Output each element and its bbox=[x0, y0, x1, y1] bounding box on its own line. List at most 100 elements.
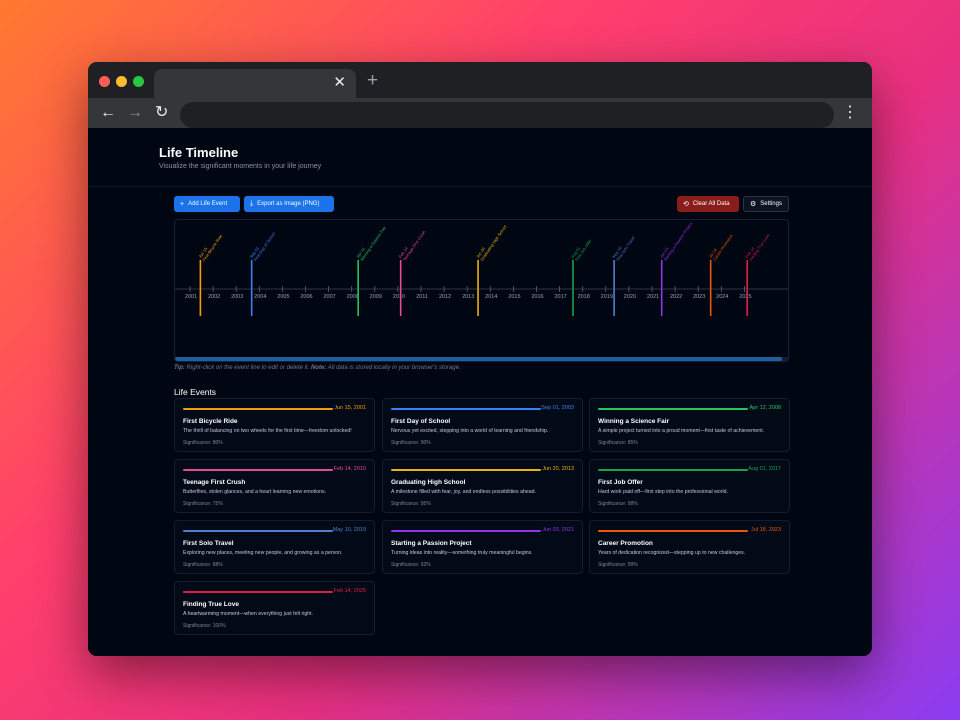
event-marker-title: Graduating High School bbox=[479, 224, 508, 262]
event-card[interactable]: May 10, 2019 First Solo Travel Exploring n… bbox=[174, 520, 375, 574]
event-marker-label[interactable]: Sep 01First Day of School bbox=[249, 228, 277, 262]
event-significance: Significance: 99% bbox=[598, 562, 638, 568]
event-card[interactable]: Jun 03, 2021 Starting a Passion Project Tu… bbox=[382, 520, 583, 574]
event-description: A simple project turned into a proud mom… bbox=[598, 428, 765, 434]
back-icon[interactable]: ← bbox=[100, 103, 116, 123]
timeline-scrollbar[interactable] bbox=[175, 357, 788, 361]
forward-icon[interactable]: → bbox=[127, 103, 143, 123]
event-significance: Significance: 98% bbox=[598, 501, 638, 507]
event-date: Apr 12, 2008 bbox=[749, 405, 782, 411]
page-subtitle: Visualize the significant moments in you… bbox=[159, 163, 322, 170]
plus-icon: + bbox=[180, 200, 185, 208]
event-marker-label[interactable]: Jun 20Graduating High School bbox=[475, 221, 508, 262]
event-significance: Significance: 80% bbox=[183, 440, 223, 446]
timeline-chart: 2001 2002 2003 2004 2005 2006 2007 2008 2009 2010… bbox=[175, 220, 788, 316]
settings-button[interactable]: ⚙ Settings bbox=[743, 196, 789, 212]
download-icon: ⤓ bbox=[250, 200, 254, 207]
event-card[interactable]: Aug 01, 2017 First Job Offer Hard work pai… bbox=[589, 459, 790, 513]
event-significance: Significance: 95% bbox=[391, 501, 431, 507]
event-significance: Significance: 75% bbox=[183, 501, 223, 507]
browser-toolbar: ← → ↻ ⋮ bbox=[88, 98, 872, 128]
event-marker-label[interactable]: Jun 03Starting a Passion Project bbox=[659, 220, 694, 262]
year-label: 2012 bbox=[439, 294, 451, 300]
event-description: Nervous yet excited, stepping into a wor… bbox=[391, 428, 549, 434]
event-color-line bbox=[183, 530, 333, 532]
add-life-event-label: Add Life Event bbox=[188, 201, 228, 207]
year-label: 2018 bbox=[578, 294, 590, 300]
event-marker-title: Winning a Science Fair bbox=[359, 225, 387, 262]
year-label: 2007 bbox=[323, 294, 335, 300]
event-description: Butterflies, stolen glances, and a heart… bbox=[183, 489, 327, 495]
year-label: 2015 bbox=[508, 294, 520, 300]
year-label: 2025 bbox=[739, 294, 751, 300]
add-life-event-button[interactable]: + Add Life Event bbox=[174, 196, 240, 212]
event-card[interactable]: Jun 20, 2013 Graduating High School A mile… bbox=[382, 459, 583, 513]
tip-body: Right-click on the event line to edit or… bbox=[184, 365, 311, 371]
browser-tab[interactable]: ✕ bbox=[154, 69, 356, 98]
event-date: Jul 18, 2023 bbox=[751, 527, 781, 533]
event-card[interactable]: Feb 14, 2025 Finding True Love A heartwarm… bbox=[174, 581, 375, 635]
event-marker-label[interactable]: Jul 18Career Promotion bbox=[708, 230, 734, 262]
event-title: Career Promotion bbox=[598, 540, 653, 547]
maximize-window-button[interactable] bbox=[133, 76, 144, 87]
event-description: A milestone filled with fear, joy, and e… bbox=[391, 489, 536, 495]
clear-all-data-label: Clear All Data bbox=[692, 201, 730, 207]
event-date: May 10, 2019 bbox=[332, 527, 366, 533]
page-title: Life Timeline bbox=[159, 145, 239, 160]
event-title: First Job Offer bbox=[598, 479, 643, 486]
clear-all-data-button[interactable]: ⟲ Clear All Data bbox=[677, 196, 739, 212]
event-title: First Bicycle Ride bbox=[183, 418, 238, 425]
browser-menu-icon[interactable]: ⋮ bbox=[842, 104, 858, 122]
event-title: Graduating High School bbox=[391, 479, 466, 486]
event-card[interactable]: Jun 15, 2001 First Bicycle Ride The thrill… bbox=[174, 398, 375, 452]
year-label: 2024 bbox=[716, 294, 728, 300]
export-image-label: Export as Image (PNG) bbox=[257, 201, 320, 207]
event-marker-label[interactable]: Aug 01First Job Offer bbox=[570, 235, 593, 262]
event-card[interactable]: Apr 12, 2008 Winning a Science Fair A simp… bbox=[589, 398, 790, 452]
address-bar[interactable] bbox=[180, 102, 834, 128]
event-card[interactable]: Jul 18, 2023 Career Promotion Years of ded… bbox=[589, 520, 790, 574]
event-marker-label[interactable]: Feb 14Finding True Love bbox=[744, 229, 771, 262]
event-marker-label[interactable]: May 10First Solo Travel bbox=[611, 232, 636, 262]
export-image-button[interactable]: ⤓ Export as Image (PNG) bbox=[244, 196, 334, 212]
year-label: 2022 bbox=[670, 294, 682, 300]
year-label: 2013 bbox=[462, 294, 474, 300]
tab-bar: ✕ + bbox=[88, 62, 872, 98]
event-description: The thrill of balancing on two wheels fo… bbox=[183, 428, 352, 434]
close-tab-icon[interactable]: ✕ bbox=[333, 73, 346, 93]
event-card[interactable]: Feb 14, 2010 Teenage First Crush Butterfli… bbox=[174, 459, 375, 513]
new-tab-button[interactable]: + bbox=[367, 71, 378, 91]
event-color-line bbox=[391, 469, 541, 471]
year-label: 2020 bbox=[624, 294, 636, 300]
event-card[interactable]: Sep 01, 2003 First Day of School Nervous y… bbox=[382, 398, 583, 452]
year-label: 2002 bbox=[208, 294, 220, 300]
note-body: All data is stored locally in your brows… bbox=[326, 365, 461, 371]
tip-text: Tip: Right-click on the event line to ed… bbox=[174, 365, 461, 371]
event-description: Exploring new places, meeting new people… bbox=[183, 550, 343, 556]
event-date: Sep 01, 2003 bbox=[541, 405, 574, 411]
event-title: First Solo Travel bbox=[183, 540, 234, 547]
close-window-button[interactable] bbox=[99, 76, 110, 87]
event-title: Starting a Passion Project bbox=[391, 540, 472, 547]
year-label: 2009 bbox=[370, 294, 382, 300]
action-bar: + Add Life Event ⤓ Export as Image (PNG)… bbox=[174, 196, 789, 212]
timeline-canvas[interactable]: 2001 2002 2003 2004 2005 2006 2007 2008 2009 2010… bbox=[174, 219, 789, 362]
event-color-line bbox=[391, 530, 541, 532]
year-label: 2003 bbox=[231, 294, 243, 300]
event-marker-title: Career Promotion bbox=[712, 233, 734, 262]
year-label: 2016 bbox=[531, 294, 543, 300]
event-description: A heartwarming moment—when everything ju… bbox=[183, 611, 314, 617]
event-significance: Significance: 90% bbox=[391, 440, 431, 446]
event-date: Jun 03, 2021 bbox=[542, 527, 574, 533]
event-marker-label[interactable]: Feb 14Teenage First Crush bbox=[398, 227, 427, 262]
minimize-window-button[interactable] bbox=[116, 76, 127, 87]
event-title: First Day of School bbox=[391, 418, 451, 425]
event-marker-label[interactable]: Jun 15First Bicycle Ride bbox=[197, 230, 223, 262]
event-significance: Significance: 92% bbox=[391, 562, 431, 568]
event-marker-title: Starting a Passion Project bbox=[663, 221, 694, 262]
event-marker-label[interactable]: Apr 12Winning a Science Fair bbox=[355, 222, 387, 262]
timeline-scroll-thumb[interactable] bbox=[175, 357, 782, 361]
event-title: Winning a Science Fair bbox=[598, 418, 670, 425]
reload-icon[interactable]: ↻ bbox=[155, 103, 168, 123]
event-title: Finding True Love bbox=[183, 601, 239, 608]
